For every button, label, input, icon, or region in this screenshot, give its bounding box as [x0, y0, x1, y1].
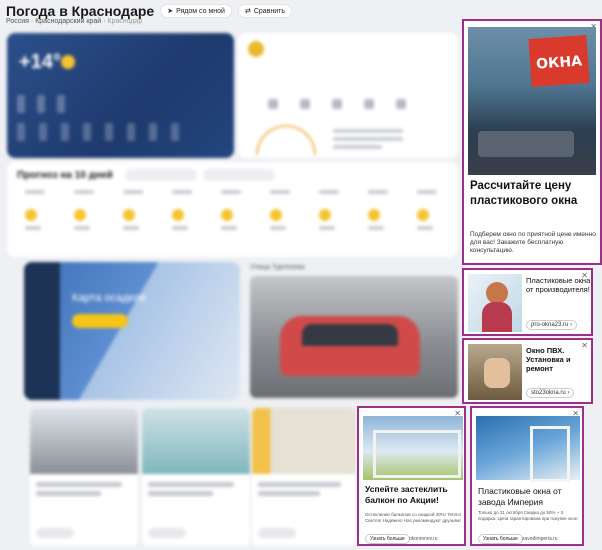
ad-hand-image	[468, 344, 522, 400]
recommendation-card[interactable]	[142, 408, 250, 546]
sun-icon	[61, 55, 75, 69]
ten-day-forecast[interactable]: Прогноз на 10 дней	[7, 162, 458, 257]
sun-icon	[270, 209, 282, 221]
forecast-day[interactable]	[74, 190, 104, 234]
sun-icon	[74, 209, 86, 221]
ad-domain-text: pro-okna23.ru	[531, 322, 569, 328]
sun-icon	[123, 209, 135, 221]
forecast-day[interactable]	[368, 190, 398, 234]
current-weather-card[interactable]: +14°	[7, 33, 234, 158]
ad-imperia-factory[interactable]: ✕ Пластиковые окна от завода Империя Тол…	[470, 406, 584, 546]
ad-balcony-glazing[interactable]: ✕ Успейте застеклить балкон по Акции! Ос…	[357, 406, 466, 546]
precipitation-map-card[interactable]: Карта осадков	[24, 262, 240, 400]
ad-domain[interactable]: zavodimperia.ru	[522, 536, 558, 542]
breadcrumb: Россия · Краснодарский край · Краснодар	[6, 18, 143, 25]
recommendation-card[interactable]	[252, 408, 356, 546]
map-open-button[interactable]	[72, 314, 128, 328]
ad-more-button[interactable]: Узнать больше	[478, 534, 523, 544]
shop-sign-text: ОКНА	[535, 53, 583, 73]
map-sidebar	[24, 262, 60, 400]
breadcrumb-item-country[interactable]: Россия	[6, 18, 29, 25]
location-arrow-icon: ➤	[167, 8, 174, 15]
current-temperature: +14°	[19, 51, 61, 73]
forecast-title: Прогноз на 10 дней	[17, 170, 113, 181]
ad-girl-image	[468, 274, 522, 332]
forecast-days	[25, 190, 447, 234]
sun-arc	[256, 125, 316, 155]
weather-details	[17, 95, 65, 113]
ad-domain[interactable]: sto23okna.ru ›	[526, 388, 575, 398]
ad-headline[interactable]: Рассчитайте цену пластикового окна	[470, 179, 598, 209]
ad-manufacturer-windows[interactable]: ✕ Пластиковые окна от производителя! pro…	[462, 268, 593, 336]
chevron-right-icon: ›	[570, 322, 573, 328]
sun-icon	[172, 209, 184, 221]
chevron-right-icon: ›	[567, 390, 570, 396]
forecast-day[interactable]	[123, 190, 153, 234]
ad-body: Подберем окно по приятной цене именно дл…	[470, 231, 596, 254]
sun-details-card[interactable]	[238, 33, 458, 158]
weather-page: Погода в Краснодаре ➤ Рядом со мной ⇄ Ср…	[0, 0, 602, 550]
breadcrumb-item-city: Краснодар	[107, 18, 143, 25]
near-me-button[interactable]: ➤ Рядом со мной	[160, 4, 232, 18]
ad-domain-text: sto23okna.ru	[531, 390, 566, 396]
moon-phase-icon	[248, 41, 264, 57]
ad-title[interactable]: Пластиковые окна от производителя!	[526, 276, 591, 294]
cloud-sun-icon	[319, 209, 331, 221]
compare-button[interactable]: ⇄ Сравнить	[237, 4, 293, 18]
forecast-day[interactable]	[172, 190, 202, 234]
breadcrumb-item-region[interactable]: Краснодарский край	[35, 18, 101, 25]
compare-label: Сравнить	[253, 7, 286, 15]
forecast-day[interactable]	[221, 190, 251, 234]
near-me-label: Рядом со мной	[176, 7, 225, 15]
forecast-tab-detailed[interactable]	[125, 169, 197, 181]
ad-body: Только до 31 октября Скидка до 50% + 3 п…	[478, 510, 578, 521]
map-title: Карта осадков	[72, 292, 146, 304]
compare-icon: ⇄	[244, 8, 251, 15]
ad-window-price[interactable]: ✕ ОКНА Рассчитайте цену пластикового окн…	[462, 19, 602, 265]
ad-showroom-image: ОКНА	[468, 27, 596, 175]
forecast-day[interactable]	[319, 190, 349, 234]
ad-body: Остекление балконов со скидкой 40%! Тепл…	[365, 512, 461, 523]
page-title: Погода в Краснодаре	[6, 3, 155, 19]
ad-balcony-image	[363, 416, 463, 480]
forecast-day[interactable]	[417, 190, 447, 234]
ad-title[interactable]: Окно ПВХ. Установка и ремонт	[526, 346, 591, 373]
forecast-day[interactable]	[270, 190, 300, 234]
shop-sign: ОКНА	[528, 35, 590, 87]
ad-title[interactable]: Пластиковые окна от завода Империя	[478, 486, 582, 508]
hourly-strip	[17, 123, 179, 141]
sun-icon	[221, 209, 233, 221]
forecast-tab-short[interactable]	[203, 169, 275, 181]
header: Погода в Краснодаре ➤ Рядом со мной ⇄ Ср…	[6, 3, 293, 19]
ad-domain[interactable]: pro-okna23.ru ›	[526, 320, 578, 330]
sun-icon	[25, 209, 37, 221]
ad-window-image	[476, 416, 580, 482]
street-camera[interactable]	[250, 276, 458, 398]
details-icons	[268, 99, 406, 109]
forecast-day[interactable]	[25, 190, 55, 234]
sun-icon	[368, 209, 380, 221]
ad-domain[interactable]: okonmnov.ru	[409, 536, 438, 542]
sun-icon	[417, 209, 429, 221]
ad-pvc-window-repair[interactable]: ✕ Окно ПВХ. Установка и ремонт sto23okna…	[462, 338, 593, 404]
recommendation-card[interactable]	[30, 408, 138, 546]
ad-title[interactable]: Успейте застеклить балкон по Акции!	[365, 484, 464, 506]
ad-more-button[interactable]: Узнать больше	[365, 534, 410, 544]
camera-title: Улица Тургенева	[250, 264, 305, 271]
